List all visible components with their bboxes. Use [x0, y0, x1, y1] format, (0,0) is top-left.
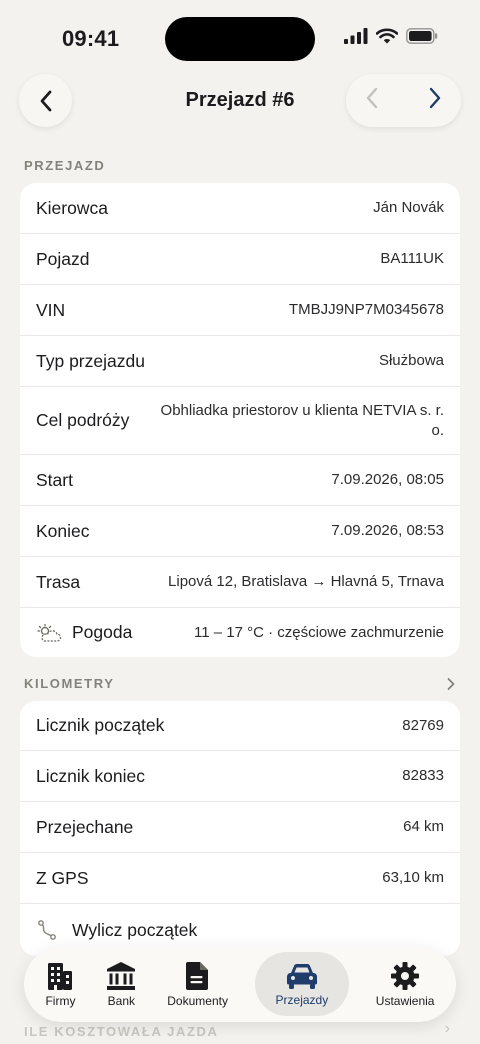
row-value: Lipová 12, Bratislava → Hlavná 5, Trnava	[168, 573, 444, 590]
row-label-weather: Pogoda	[36, 622, 132, 643]
tab-dokumenty[interactable]: Dokumenty	[163, 952, 232, 1016]
row-label: Typ przejazdu	[36, 350, 145, 371]
tab-label: Bank	[107, 993, 136, 1008]
status-icons	[344, 28, 438, 44]
row-label: Z GPS	[36, 867, 89, 888]
row-value: 63,10 km	[382, 869, 444, 886]
row-trip-purpose: Cel podróży Obhliadka priestorov u klien…	[20, 386, 460, 454]
trip-details-card: Kierowca Ján Novák Pojazd BA111UK VIN TM…	[20, 183, 460, 657]
tab-ustawienia[interactable]: Ustawienia	[372, 952, 439, 1016]
row-label: Trasa	[36, 571, 81, 592]
tab-label: Dokumenty	[167, 993, 228, 1008]
row-weather: Pogoda 11 – 17 °C · częściowe zachmurzen…	[20, 607, 460, 657]
row-odometer-end: Licznik koniec 82833	[20, 750, 460, 801]
row-route: Trasa Lipová 12, Bratislava → Hlavná 5, …	[20, 556, 460, 607]
status-time: 09:41	[62, 26, 120, 51]
row-end: Koniec 7.09.2026, 08:53	[20, 505, 460, 556]
status-bar: 09:41	[0, 0, 480, 80]
row-odometer-start: Licznik początek 82769	[20, 701, 460, 750]
signal-icon	[344, 28, 368, 44]
car-icon	[286, 963, 317, 989]
km-card: Licznik początek 82769 Licznik koniec 82…	[20, 701, 460, 956]
chevron-right-icon	[447, 677, 455, 690]
section-header-cost: ILE KOSZTOWAŁA JAZDA	[24, 1024, 219, 1039]
chevron-right-icon	[429, 87, 441, 109]
chevron-right-icon: ›	[444, 1020, 450, 1037]
next-trip-button[interactable]	[427, 86, 443, 115]
row-value: 7.09.2026, 08:53	[331, 522, 444, 539]
tab-label: Przejazdy	[275, 992, 329, 1007]
section-header-trip: PRZEJAZD	[24, 158, 456, 173]
row-label: VIN	[36, 299, 66, 320]
row-value: BA111UK	[380, 250, 444, 267]
action-label: Wylicz początek	[72, 919, 198, 940]
wifi-icon	[376, 28, 398, 44]
row-label: Kierowca	[36, 197, 108, 218]
gear-icon	[391, 961, 420, 990]
row-value: Obhliadka priestorov u klienta NETVIA s.…	[160, 401, 444, 439]
row-label: Przejechane	[36, 816, 134, 837]
row-value: Ján Novák	[373, 199, 444, 216]
row-value: TMBJJ9NP7M0345678	[288, 301, 444, 318]
route-icon	[38, 920, 56, 940]
row-label: Licznik początek	[36, 715, 165, 735]
dynamic-island	[165, 17, 315, 61]
section-title: PRZEJAZD	[24, 158, 106, 173]
row-label: Cel podróży	[36, 410, 130, 430]
tab-label: Firmy	[45, 993, 76, 1008]
tab-bar: Firmy Bank Dokumenty Przejazdy Ustawieni…	[24, 946, 456, 1022]
row-label: Pogoda	[72, 622, 133, 642]
trip-pager	[346, 74, 461, 127]
building-icon	[48, 962, 73, 990]
tab-bank[interactable]: Bank	[102, 952, 140, 1016]
cloud-sun-icon	[37, 623, 62, 642]
row-action: Wylicz początek	[36, 919, 197, 941]
document-icon	[185, 961, 208, 990]
tab-firmy[interactable]: Firmy	[41, 952, 79, 1016]
row-value: 11 – 17 °C · częściowe zachmurzenie	[194, 623, 444, 641]
row-value: 82769	[402, 716, 444, 734]
row-value: Służbowa	[378, 352, 444, 369]
row-value: 7.09.2026, 08:05	[331, 471, 444, 488]
row-start: Start 7.09.2026, 08:05	[20, 454, 460, 505]
row-label: Koniec	[36, 520, 90, 541]
tab-label: Ustawienia	[375, 993, 435, 1008]
row-distance: Przejechane 64 km	[20, 801, 460, 852]
tab-przejazdy[interactable]: Przejazdy	[254, 952, 349, 1016]
row-value: 82833	[402, 767, 444, 784]
battery-icon	[406, 28, 438, 44]
row-label: Pojazd	[36, 248, 90, 269]
bank-icon	[107, 961, 136, 990]
row-trip-type: Typ przejazdu Służbowa	[20, 335, 460, 386]
row-gps-distance: Z GPS 63,10 km	[20, 852, 460, 903]
row-value: 64 km	[403, 818, 444, 835]
section-title: KILOMETRY	[24, 676, 115, 691]
row-label: Licznik koniec	[36, 765, 145, 786]
row-label: Start	[36, 469, 73, 490]
row-vin: VIN TMBJJ9NP7M0345678	[20, 284, 460, 335]
chevron-left-icon	[366, 87, 378, 109]
section-header-km[interactable]: KILOMETRY	[24, 676, 456, 691]
row-driver: Kierowca Ján Novák	[20, 183, 460, 233]
previous-trip-button[interactable]	[364, 86, 380, 115]
row-vehicle: Pojazd BA111UK	[20, 233, 460, 284]
